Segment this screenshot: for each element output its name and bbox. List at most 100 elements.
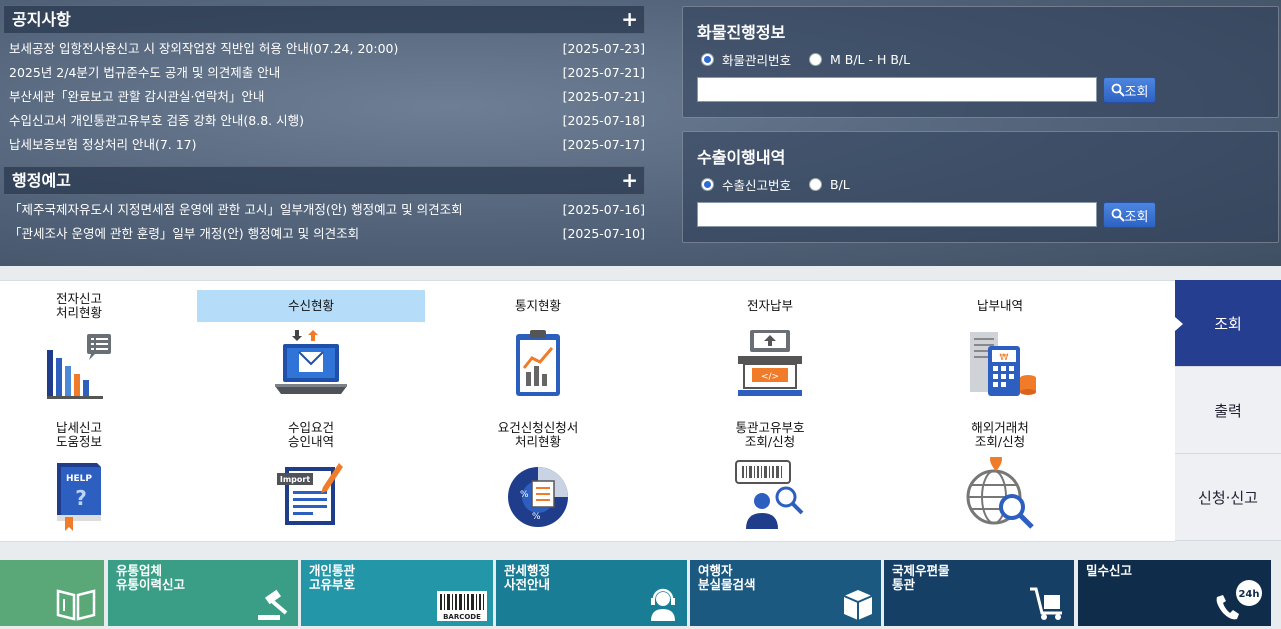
export-title: 수출이행내역 <box>697 148 786 167</box>
admin-notice-date: [2025-07-10] <box>562 226 645 241</box>
headset-person-icon <box>645 585 681 624</box>
notice-title: 공지사항 <box>12 10 71 29</box>
percent-pie-icon: %% <box>508 467 568 527</box>
phone-24h-icon: 24h <box>1213 579 1265 624</box>
menu-item[interactable]: 수입요건 승인내역 Import <box>197 419 425 535</box>
side-tab[interactable]: 신청·신고 <box>1175 454 1281 541</box>
notice-date: [2025-07-17] <box>562 137 645 152</box>
radio-empty-icon <box>809 53 823 66</box>
notice-header: 공지사항 + <box>3 5 645 34</box>
notice-list: 보세공장 입항전사용신고 시 장외작업장 직반입 허용 안내(07.24, 20… <box>9 37 645 157</box>
menu-item-label: 통관고유부호 조회/신청 <box>735 420 805 449</box>
export-radio-1[interactable]: B/L <box>809 177 850 192</box>
svg-text:Import: Import <box>280 475 310 484</box>
menu-item[interactable]: 요건신청신청서 처리현황%% <box>424 419 652 535</box>
quick-tile[interactable]: 여행자 분실물검색 <box>690 560 881 626</box>
export-search-button[interactable]: 조회 <box>1103 202 1156 228</box>
receipt-calculator-icon: ₩ <box>970 332 1036 396</box>
side-tab[interactable]: 출력 <box>1175 367 1281 454</box>
admin-notice-header: 행정예고 + <box>3 166 645 195</box>
quick-tile[interactable]: 개인통관 고유부호 BARCODE <box>301 560 493 626</box>
menu-item[interactable]: 해외거래처 조회/신청 <box>886 419 1114 535</box>
cargo-title: 화물진행정보 <box>697 23 786 42</box>
notice-text[interactable]: 납세보증보험 정상처리 안내(7. 17) <box>9 133 197 157</box>
menu-item[interactable]: 납부내역 ₩ <box>886 290 1114 406</box>
svg-text:</>: </> <box>761 372 779 382</box>
svg-text:HELP: HELP <box>66 474 92 484</box>
notice-date: [2025-07-23] <box>562 41 645 56</box>
svg-text:%: % <box>520 490 529 500</box>
service-menu: 전자신고 처리현황 수신현황 통지현황 전자납부 </> 납부내역 ₩ 납세신고 도움정보 HE… <box>0 280 1175 542</box>
book-icon <box>54 585 98 624</box>
quick-tile[interactable]: 관세행정 사전안내 <box>496 560 687 626</box>
menu-item-label: 수신현황 <box>197 290 425 322</box>
globe-search-icon <box>966 453 1034 529</box>
cargo-search-box: 화물진행정보 화물관리번호 M B/L - H B/L 조회 <box>682 6 1279 118</box>
quick-tile[interactable]: 밀수신고 24h <box>1078 560 1271 626</box>
quick-tile-label: 밀수신고 <box>1086 563 1133 578</box>
admin-notice-list: 「제주국제자유도시 지정면세점 운영에 관한 고시」일부개정(안) 행정예고 및… <box>9 198 645 246</box>
admin-notice-row[interactable]: 「제주국제자유도시 지정면세점 운영에 관한 고시」일부개정(안) 행정예고 및… <box>9 198 645 222</box>
laptop-mail-icon <box>275 330 347 394</box>
svg-text:BARCODE: BARCODE <box>443 613 481 621</box>
bar-chart-icon <box>47 334 111 399</box>
cargo-search-button[interactable]: 조회 <box>1103 77 1156 103</box>
import-document-icon: Import <box>277 463 343 525</box>
notice-date: [2025-07-18] <box>562 113 645 128</box>
radio-empty-icon <box>809 178 823 191</box>
admin-notice-date: [2025-07-16] <box>562 202 645 217</box>
menu-item[interactable]: 전자신고 처리현황 <box>0 290 193 406</box>
barcode-icon: BARCODE <box>437 591 487 624</box>
notice-row[interactable]: 납세보증보험 정상처리 안내(7. 17) [2025-07-17] <box>9 133 645 157</box>
quick-tile[interactable]: 유통업체 유통이력신고 <box>108 560 298 626</box>
cargo-search-input[interactable] <box>697 77 1097 102</box>
svg-text:%: % <box>532 512 541 522</box>
menu-item[interactable]: 통지현황 <box>424 290 652 406</box>
notice-row[interactable]: 2025년 2/4분기 법규준수도 공개 및 의견제출 안내 [2025-07-2… <box>9 61 645 85</box>
svg-text:₩: ₩ <box>1000 353 1009 363</box>
notice-text[interactable]: 2025년 2/4분기 법규준수도 공개 및 의견제출 안내 <box>9 61 280 85</box>
quick-tiles: 유통업체 유통이력신고 개인통관 고유부호 BARCODE 관세행정 사전안내 여행자 … <box>0 560 1281 629</box>
clipboard-chart-icon <box>516 330 560 396</box>
notice-row[interactable]: 수입신고서 개인통관고유부호 검증 강화 안내(8.8. 시행) [2025-07… <box>9 109 645 133</box>
search-icon <box>1111 208 1125 222</box>
admin-notice-title: 행정예고 <box>12 171 71 190</box>
menu-item-label: 전자납부 <box>746 298 793 313</box>
cargo-radio-group: 화물관리번호 M B/L - H B/L <box>701 50 928 69</box>
admin-notice-text[interactable]: 「관세조사 운영에 관한 훈령」일부 개정(안) 행정예고 및 의견조회 <box>9 222 359 246</box>
menu-item[interactable]: 통관고유부호 조회/신청 <box>656 419 884 535</box>
quick-tile[interactable]: 국제우편물 통관 <box>884 560 1074 626</box>
menu-item[interactable]: 수신현황 <box>197 290 425 406</box>
quick-tile[interactable] <box>0 560 104 626</box>
notice-text[interactable]: 부산세관「완료보고 관할 감시관실·연락처」안내 <box>9 85 264 109</box>
radio-selected-icon <box>701 53 714 66</box>
box-icon <box>841 587 875 624</box>
top-banner: 공지사항 + 보세공장 입항전사용신고 시 장외작업장 직반입 허용 안내(07… <box>0 0 1281 266</box>
admin-notice-more-icon[interactable]: + <box>621 167 638 194</box>
notice-more-icon[interactable]: + <box>621 6 638 33</box>
gavel-icon <box>256 589 292 624</box>
cargo-radio-1[interactable]: M B/L - H B/L <box>809 52 910 67</box>
menu-item-label: 요건신청신청서 처리현황 <box>497 420 579 449</box>
cargo-radio-0[interactable]: 화물관리번호 <box>701 50 791 69</box>
export-radio-0[interactable]: 수출신고번호 <box>701 175 791 194</box>
notice-date: [2025-07-21] <box>562 65 645 80</box>
radio-selected-icon <box>701 178 714 191</box>
help-book-icon: HELP? <box>57 463 101 531</box>
menu-item[interactable]: 납세신고 도움정보 HELP? <box>0 419 193 535</box>
menu-item[interactable]: 전자납부 </> <box>656 290 884 406</box>
export-search-input[interactable] <box>697 202 1097 227</box>
quick-tile-label: 유통업체 유통이력신고 <box>116 563 186 592</box>
menu-item-label: 납세신고 도움정보 <box>55 420 102 449</box>
notice-row[interactable]: 보세공장 입항전사용신고 시 장외작업장 직반입 허용 안내(07.24, 20… <box>9 37 645 61</box>
notice-text[interactable]: 보세공장 입항전사용신고 시 장외작업장 직반입 허용 안내(07.24, 20… <box>9 37 398 61</box>
search-icon <box>1111 83 1125 97</box>
admin-notice-row[interactable]: 「관세조사 운영에 관한 훈령」일부 개정(안) 행정예고 및 의견조회 [202… <box>9 222 645 246</box>
side-tab-group: 조회 출력 신청·신고 <box>1175 280 1281 542</box>
admin-notice-text[interactable]: 「제주국제자유도시 지정면세점 운영에 관한 고시」일부개정(안) 행정예고 및… <box>9 198 463 222</box>
handcart-icon <box>1028 585 1068 624</box>
side-tab[interactable]: 조회 <box>1175 280 1281 367</box>
notice-text[interactable]: 수입신고서 개인통관고유부호 검증 강화 안내(8.8. 시행) <box>9 109 304 133</box>
notice-row[interactable]: 부산세관「완료보고 관할 감시관실·연락처」안내 [2025-07-21] <box>9 85 645 109</box>
svg-text:?: ? <box>75 486 87 510</box>
